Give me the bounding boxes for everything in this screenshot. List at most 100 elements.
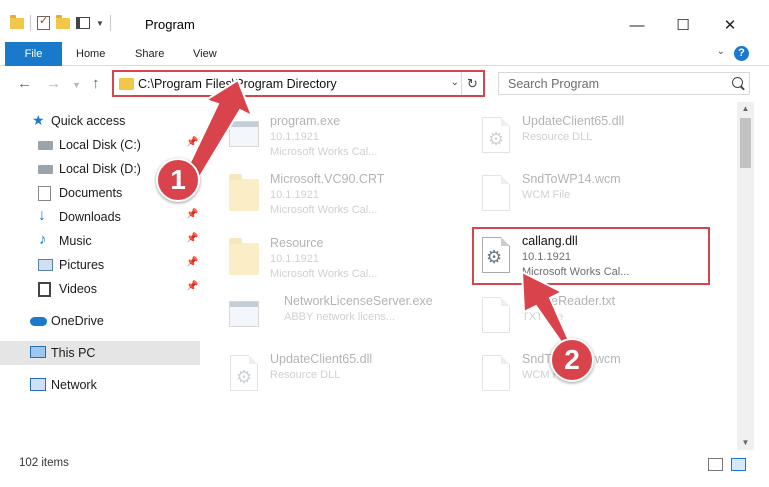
close-button[interactable]: ✕ — [707, 12, 753, 40]
pin-icon[interactable]: 📌 — [186, 137, 198, 148]
tab-file[interactable]: File — [5, 42, 62, 66]
tab-home[interactable]: Home — [76, 42, 105, 66]
nav-item-label: OneDrive — [51, 314, 104, 328]
download-icon: ↓ — [38, 207, 46, 224]
callout-number-2: 2 — [550, 338, 594, 382]
vertical-scrollbar[interactable]: ▲ ▼ — [737, 102, 754, 450]
nav-item-onedrive[interactable]: OneDrive — [0, 309, 200, 333]
nav-item-label: Network — [51, 378, 97, 392]
text-file-icon — [480, 295, 512, 335]
search-input[interactable]: Search Program — [498, 72, 750, 95]
file-item[interactable]: SndToWP14.wcm WCM File — [480, 168, 716, 226]
cloud-icon — [30, 317, 47, 326]
pin-icon[interactable]: 📌 — [186, 209, 198, 220]
folder-icon — [228, 237, 260, 277]
title-bar: ▼ Program — ☐ ✕ — [0, 0, 769, 40]
up-arrow-icon[interactable]: ↑ — [92, 75, 100, 92]
pin-icon[interactable]: 📌 — [186, 233, 198, 244]
file-description: Microsoft Works Cal... — [270, 268, 378, 280]
nav-item-pictures[interactable]: Pictures 📌 — [0, 253, 200, 277]
chevron-down-icon[interactable]: ▼ — [96, 19, 104, 28]
exe-icon — [228, 115, 260, 155]
file-name: program.exe — [270, 114, 341, 128]
file-item[interactable]: SndToWP14.wcm WCM File — [480, 348, 716, 406]
divider — [30, 15, 31, 31]
file-item[interactable]: Resource 10.1.1921 Microsoft Works Cal..… — [228, 232, 464, 290]
maximize-button[interactable]: ☐ — [660, 12, 706, 40]
nav-item-local-disk-c[interactable]: Local Disk (C:) 📌 — [0, 133, 200, 157]
refresh-icon[interactable]: ↻ — [461, 72, 483, 95]
search-icon[interactable] — [732, 77, 743, 88]
scroll-thumb[interactable] — [740, 118, 751, 168]
file-version: Resource DLL — [270, 369, 341, 381]
dll-icon: ⚙ — [228, 353, 260, 393]
file-name: UpdateClient65.dll — [522, 114, 625, 128]
nav-item-network[interactable]: Network — [0, 373, 200, 397]
file-item[interactable]: NetworkLicenseServer.exe ABBY network li… — [228, 290, 464, 348]
tab-view[interactable]: View — [193, 42, 217, 66]
nav-item-label: Music — [59, 234, 92, 248]
nav-item-label: Pictures — [59, 258, 105, 272]
nav-item-label: This PC — [51, 346, 96, 360]
drive-icon — [38, 165, 53, 174]
back-arrow-icon[interactable]: ← — [17, 75, 32, 92]
help-button[interactable]: ? — [734, 46, 749, 61]
file-version: 10.1.1921 — [270, 189, 319, 201]
nav-item-downloads[interactable]: ↓ Downloads 📌 — [0, 205, 200, 229]
new-folder-icon[interactable] — [56, 14, 70, 29]
quick-access-toolbar: ▼ — [10, 14, 111, 31]
documents-icon — [38, 186, 51, 201]
file-name: Microsoft.VC90.CRT — [270, 172, 385, 186]
minimize-button[interactable]: — — [614, 12, 660, 40]
pin-icon[interactable]: 📌 — [186, 281, 198, 292]
forward-arrow-icon[interactable]: → — [46, 75, 61, 92]
file-name: RefineReader.txt — [522, 294, 616, 308]
nav-item-label: Quick access — [51, 114, 126, 128]
search-placeholder: Search Program — [508, 77, 600, 91]
tab-share[interactable]: Share — [135, 42, 164, 66]
address-path[interactable]: C:\Program Files\Program Directory — [138, 77, 337, 91]
expand-ribbon-icon[interactable]: ⌄ — [717, 46, 725, 57]
file-item[interactable]: ⚙ UpdateClient65.dll Resource DLL — [480, 110, 716, 168]
nav-item-label: Downloads — [59, 210, 121, 224]
file-description: Microsoft Works Cal... — [270, 146, 378, 158]
file-name: SndToWP14.wcm — [522, 172, 621, 186]
scroll-down-icon[interactable]: ▼ — [737, 436, 754, 450]
file-icon — [480, 173, 512, 213]
file-version: Resource DLL — [522, 131, 593, 143]
nav-item-quick-access[interactable]: ★ Quick access — [0, 109, 200, 133]
dll-icon: ⚙ — [480, 115, 512, 155]
divider — [109, 15, 111, 31]
drive-icon — [38, 141, 53, 150]
nav-item-label: Local Disk (D:) — [59, 162, 141, 176]
recent-locations-icon[interactable]: ▼ — [72, 80, 81, 90]
properties-icon[interactable] — [37, 14, 50, 30]
exe-icon — [228, 295, 260, 335]
nav-item-this-pc[interactable]: This PC — [0, 341, 200, 365]
file-item[interactable]: Microsoft.VC90.CRT 10.1.1921 Microsoft W… — [228, 168, 464, 226]
file-item[interactable]: program.exe 10.1.1921 Microsoft Works Ca… — [228, 110, 464, 168]
videos-icon — [38, 282, 51, 297]
star-icon: ★ — [32, 112, 45, 128]
scroll-up-icon[interactable]: ▲ — [737, 102, 754, 116]
address-bar[interactable]: C:\Program Files\Program Directory ⌄ ↻ — [112, 70, 485, 97]
view-icon[interactable] — [76, 17, 90, 29]
highlight-box — [472, 227, 710, 285]
item-count: 102 items — [19, 457, 69, 469]
file-item[interactable]: ⚙ UpdateClient65.dll Resource DLL — [228, 348, 464, 406]
file-version: TXT File — [522, 311, 564, 323]
pin-icon[interactable]: 📌 — [186, 257, 198, 268]
file-item[interactable]: RefineReader.txt TXT File — [480, 290, 716, 348]
ribbon-tabs: File Home Share View ⌄ ? — [0, 40, 769, 66]
tiles-view-icon[interactable] — [731, 458, 746, 471]
file-version: WCM File — [522, 189, 571, 201]
nav-item-music[interactable]: ♪ Music 📌 — [0, 229, 200, 253]
chevron-down-icon[interactable]: ⌄ — [451, 77, 459, 88]
status-bar: 102 items — [0, 450, 769, 487]
callout-number-1: 1 — [156, 158, 200, 202]
details-view-icon[interactable] — [708, 458, 723, 471]
file-description: Microsoft Works Cal... — [270, 204, 378, 216]
file-icon — [480, 353, 512, 393]
nav-item-videos[interactable]: Videos 📌 — [0, 277, 200, 301]
nav-item-label: Local Disk (C:) — [59, 138, 141, 152]
